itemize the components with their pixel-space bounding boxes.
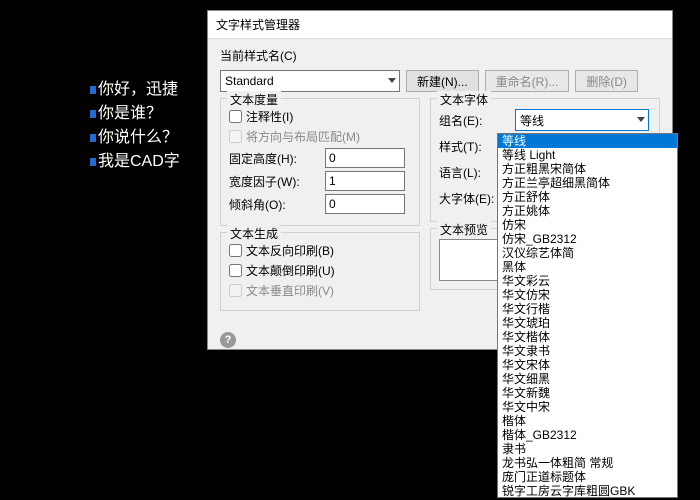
font-option[interactable]: 黑体 xyxy=(498,260,677,274)
match-layout-checkbox: 将方向与布局匹配(M) xyxy=(229,128,411,145)
backwards-checkbox[interactable]: 文本反向印刷(B) xyxy=(229,242,411,259)
font-family-select[interactable] xyxy=(515,109,649,131)
font-option[interactable]: 隶书 xyxy=(498,442,677,456)
new-button[interactable]: 新建(N)... xyxy=(406,70,479,92)
font-option[interactable]: 华文彩云 xyxy=(498,274,677,288)
vertical-checkbox: 文本垂直印刷(V) xyxy=(229,282,411,299)
font-option[interactable]: 龙书弘一体粗简 常规 xyxy=(498,456,677,470)
font-option[interactable]: 仿宋_GB2312 xyxy=(498,232,677,246)
font-option[interactable]: 等线 xyxy=(498,134,677,148)
font-option[interactable]: 汉仪综艺体简 xyxy=(498,246,677,260)
font-option[interactable]: 华文行楷 xyxy=(498,302,677,316)
font-option[interactable]: 华文仿宋 xyxy=(498,288,677,302)
font-option[interactable]: 等线 Light xyxy=(498,148,677,162)
font-option[interactable]: 方正兰亭超细黑简体 xyxy=(498,176,677,190)
font-option[interactable]: 庞门正道标题体 xyxy=(498,470,677,484)
font-option[interactable]: 华文中宋 xyxy=(498,400,677,414)
font-option[interactable]: 华文楷体 xyxy=(498,330,677,344)
oblique-input[interactable] xyxy=(325,194,405,214)
font-option[interactable]: 方正粗黑宋简体 xyxy=(498,162,677,176)
font-option[interactable]: 华文新魏 xyxy=(498,386,677,400)
delete-button: 删除(D) xyxy=(575,70,638,92)
font-option[interactable]: 华文宋体 xyxy=(498,358,677,372)
current-style-label: 当前样式名(C) xyxy=(220,47,297,64)
text-gen-group: 文本生成 文本反向印刷(B) 文本颠倒印刷(U) 文本垂直印刷(V) xyxy=(220,232,420,311)
upside-checkbox[interactable]: 文本颠倒印刷(U) xyxy=(229,262,411,279)
dialog-titlebar[interactable]: 文字样式管理器 xyxy=(208,11,672,39)
dialog-title: 文字样式管理器 xyxy=(216,16,300,33)
help-icon[interactable]: ? xyxy=(220,332,236,348)
font-option[interactable]: 方正姚体 xyxy=(498,204,677,218)
font-option[interactable]: 锐字工房云字库粗圆GBK xyxy=(498,484,677,498)
text-measure-group: 文本度量 注释性(I) 将方向与布局匹配(M) 固定高度(H): 宽度因 xyxy=(220,98,420,226)
font-option[interactable]: 华文细黑 xyxy=(498,372,677,386)
height-input[interactable] xyxy=(325,148,405,168)
font-option[interactable]: 仿宋 xyxy=(498,218,677,232)
font-option[interactable]: 楷体 xyxy=(498,414,677,428)
font-dropdown-list[interactable]: 等线等线 Light方正粗黑宋简体方正兰亭超细黑简体方正舒体方正姚体仿宋仿宋_G… xyxy=(497,133,678,498)
font-option[interactable]: 华文琥珀 xyxy=(498,316,677,330)
canvas-text: 你好，迅捷 你是谁？ 你说什么？ 我是CAD字 xyxy=(98,78,180,174)
width-input[interactable] xyxy=(325,171,405,191)
font-option[interactable]: 华文隶书 xyxy=(498,344,677,358)
annotative-checkbox[interactable]: 注释性(I) xyxy=(229,108,411,125)
current-style-select[interactable]: Standard xyxy=(220,70,400,92)
rename-button: 重命名(R)... xyxy=(485,70,570,92)
font-option[interactable]: 楷体_GB2312 xyxy=(498,428,677,442)
font-option[interactable]: 方正舒体 xyxy=(498,190,677,204)
